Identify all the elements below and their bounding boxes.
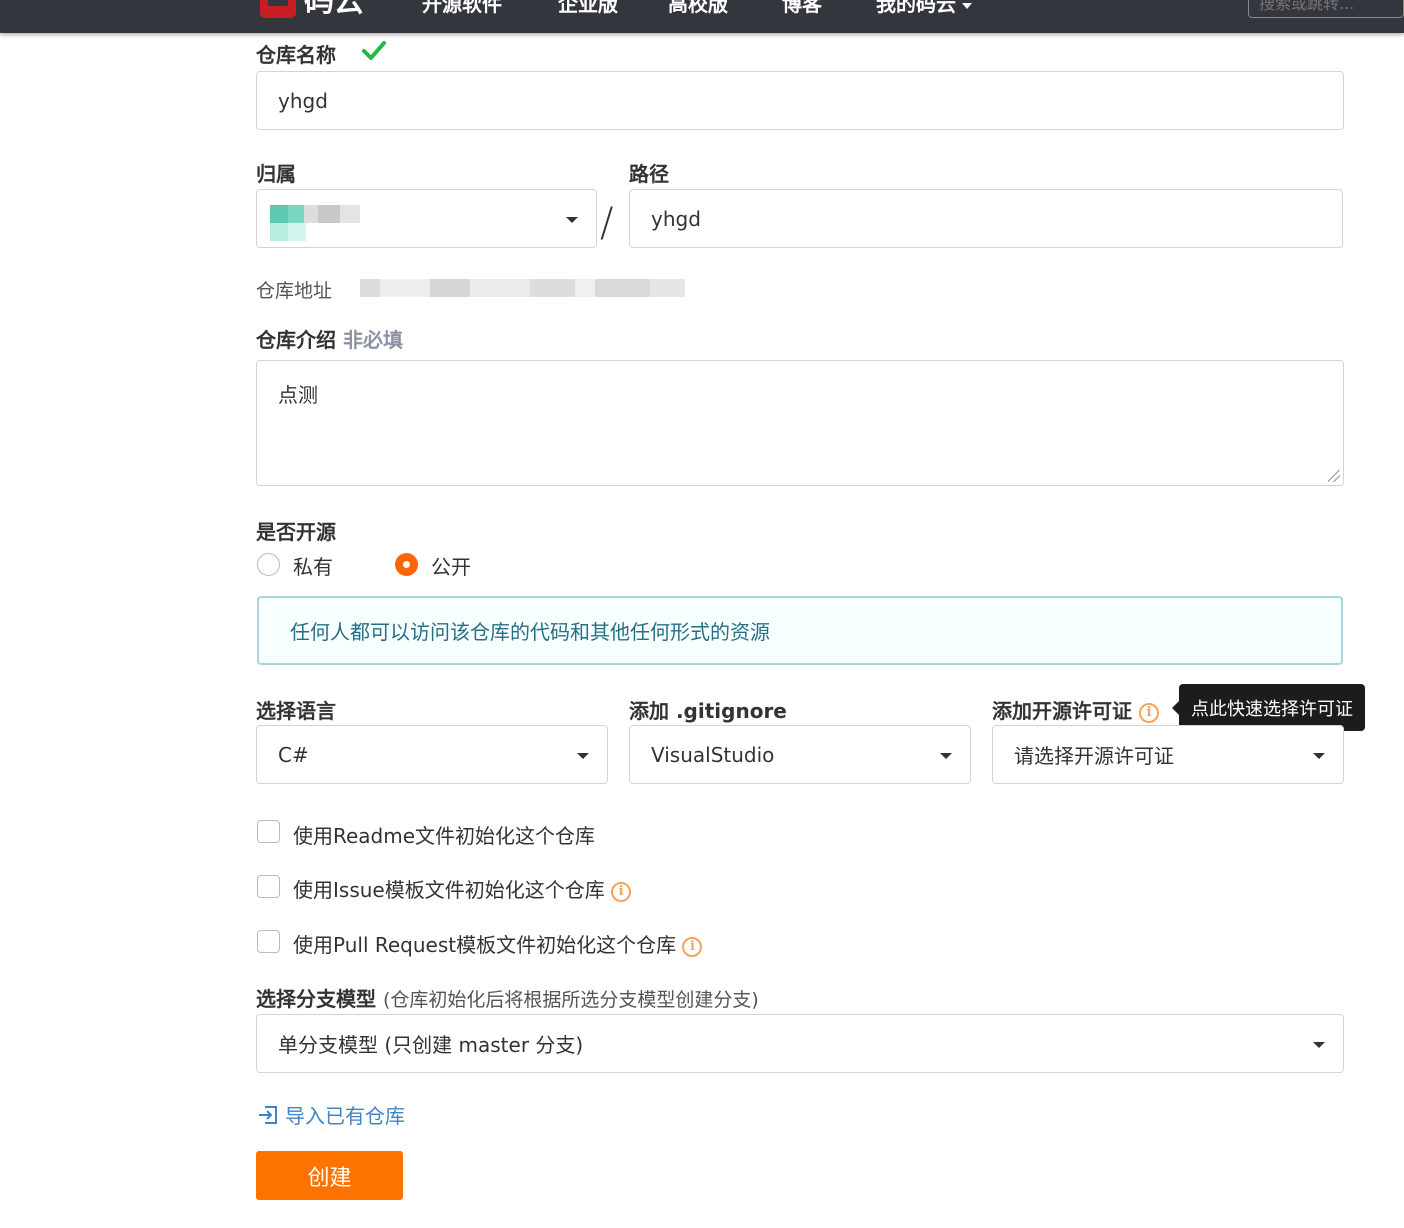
- license-tooltip: 点此快速选择许可证: [1172, 684, 1365, 731]
- gitignore-value: VisualStudio: [651, 742, 775, 767]
- license-placeholder: 请选择开源许可证: [1014, 744, 1174, 768]
- info-icon[interactable]: i: [611, 881, 632, 902]
- create-button[interactable]: 创建: [256, 1151, 403, 1200]
- owner-avatar-redacted-lower: [270, 223, 306, 241]
- logo-mark-icon: [260, 0, 296, 18]
- logo-text: 码云: [304, 0, 364, 19]
- language-value: C#: [278, 742, 309, 767]
- branch-model-label-text: 选择分支模型: [256, 987, 376, 1011]
- license-label-text: 添加开源许可证: [992, 699, 1132, 723]
- repo-url-redacted: [360, 279, 685, 297]
- branch-model-dropdown[interactable]: 单分支模型 (只创建 master 分支): [256, 1014, 1344, 1073]
- issue-template-checkbox-label[interactable]: 使用Issue模板文件初始化这个仓库 i: [293, 874, 632, 903]
- chevron-down-icon: [962, 2, 972, 9]
- owner-avatar-redacted: [270, 205, 360, 223]
- intro-label-text: 仓库介绍: [256, 328, 336, 352]
- path-input[interactable]: yhgd: [629, 189, 1343, 248]
- gitignore-label: 添加 .gitignore: [629, 699, 787, 723]
- resize-handle-icon[interactable]: [1328, 470, 1340, 482]
- branch-model-value: 单分支模型 (只创建 master 分支): [278, 1033, 584, 1057]
- public-radio[interactable]: [395, 553, 418, 576]
- caret-down-icon: [1313, 753, 1325, 759]
- path-separator: /: [600, 200, 614, 246]
- gitignore-dropdown[interactable]: VisualStudio: [629, 725, 971, 784]
- readme-checkbox[interactable]: [257, 820, 280, 843]
- public-hint-message: 任何人都可以访问该仓库的代码和其他任何形式的资源: [257, 596, 1343, 665]
- nav-item-my-gitee-label: 我的码云: [876, 0, 956, 16]
- check-icon: [362, 41, 386, 60]
- repo-name-input[interactable]: yhgd: [256, 71, 1344, 130]
- info-icon[interactable]: i: [682, 936, 703, 957]
- repo-name-value: yhgd: [278, 88, 328, 113]
- import-repo-link[interactable]: 导入已有仓库: [257, 1100, 405, 1129]
- pr-template-label-text: 使用Pull Request模板文件初始化这个仓库: [293, 933, 677, 957]
- site-logo[interactable]: 码云: [260, 0, 364, 18]
- private-radio-label[interactable]: 私有: [293, 551, 333, 580]
- nav-item-education[interactable]: 高校版: [668, 0, 728, 17]
- repo-url-label: 仓库地址: [256, 280, 333, 302]
- owner-label: 归属: [256, 162, 296, 186]
- intro-value: 点测: [278, 383, 318, 407]
- branch-model-label: 选择分支模型 (仓库初始化后将根据所选分支模型创建分支): [256, 983, 759, 1012]
- intro-textarea[interactable]: 点测: [256, 360, 1344, 486]
- top-navbar: 码云 开源软件 企业版 高校版 博客 我的码云: [0, 0, 1404, 33]
- language-label: 选择语言: [256, 699, 336, 723]
- nav-item-blog[interactable]: 博客: [782, 0, 822, 17]
- import-repo-label: 导入已有仓库: [285, 1104, 405, 1128]
- language-dropdown[interactable]: C#: [256, 725, 608, 784]
- import-icon: [259, 1105, 277, 1124]
- repo-name-label: 仓库名称: [256, 43, 336, 67]
- readme-checkbox-label[interactable]: 使用Readme文件初始化这个仓库: [293, 820, 595, 849]
- private-radio[interactable]: [257, 553, 280, 576]
- branch-model-note: (仓库初始化后将根据所选分支模型创建分支): [382, 989, 759, 1011]
- caret-down-icon: [940, 753, 952, 759]
- issue-template-checkbox[interactable]: [257, 875, 280, 898]
- pr-template-checkbox[interactable]: [257, 930, 280, 953]
- nav-item-my-gitee[interactable]: 我的码云: [876, 0, 972, 17]
- caret-down-icon: [1313, 1042, 1325, 1048]
- open-source-label: 是否开源: [256, 520, 336, 544]
- pr-template-checkbox-label[interactable]: 使用Pull Request模板文件初始化这个仓库 i: [293, 929, 703, 958]
- caret-down-icon: [577, 753, 589, 759]
- public-hint-text: 任何人都可以访问该仓库的代码和其他任何形式的资源: [290, 620, 770, 644]
- nav-item-open-source[interactable]: 开源软件: [422, 0, 502, 17]
- license-label: 添加开源许可证 i: [992, 695, 1159, 724]
- license-tooltip-text: 点此快速选择许可证: [1191, 698, 1353, 720]
- intro-optional-tag: 非必填: [342, 328, 403, 352]
- intro-label: 仓库介绍 非必填: [256, 324, 403, 353]
- info-icon[interactable]: i: [1138, 702, 1159, 723]
- nav-item-enterprise[interactable]: 企业版: [558, 0, 618, 17]
- license-dropdown[interactable]: 请选择开源许可证: [992, 725, 1344, 784]
- search-input[interactable]: [1248, 0, 1404, 18]
- public-radio-label[interactable]: 公开: [431, 551, 471, 580]
- path-value: yhgd: [651, 206, 701, 231]
- caret-down-icon: [566, 217, 578, 223]
- path-label: 路径: [629, 162, 669, 186]
- issue-template-label-text: 使用Issue模板文件初始化这个仓库: [293, 878, 605, 902]
